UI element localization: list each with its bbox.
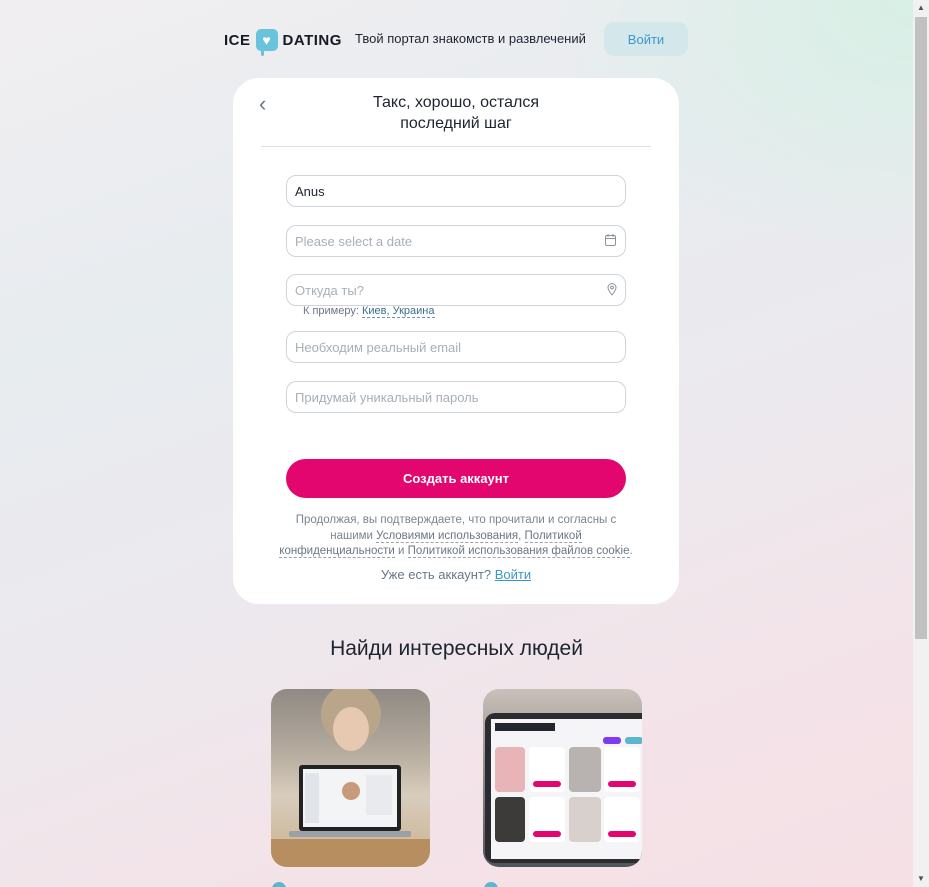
scroll-down-icon[interactable]: ▼ bbox=[913, 871, 929, 887]
have-account-text: Уже есть аккаунт? Войти bbox=[380, 567, 532, 582]
app-tablet-image bbox=[483, 689, 642, 867]
logo-heart-icon: ♥ bbox=[255, 29, 278, 56]
email-input[interactable] bbox=[286, 331, 626, 363]
scrollbar[interactable]: ▲ ▼ bbox=[913, 0, 929, 887]
card-title: Такс, хорошо, остался последний шаг bbox=[372, 94, 540, 132]
location-pin-icon bbox=[607, 283, 617, 296]
scroll-thumb[interactable] bbox=[915, 17, 927, 639]
scroll-up-icon[interactable]: ▲ bbox=[913, 0, 929, 16]
city-input[interactable] bbox=[286, 274, 626, 306]
terms-text: Продолжая, вы подтверждаете, что прочита… bbox=[279, 514, 633, 558]
logo[interactable]: ICE ♥ DATING bbox=[224, 26, 342, 56]
carousel-dot[interactable] bbox=[484, 882, 498, 887]
name-input[interactable] bbox=[286, 175, 626, 207]
city-hint: К примеру: Киев, Украина bbox=[303, 305, 435, 318]
woman-laptop-image bbox=[271, 689, 430, 867]
signup-card: ‹ Такс, хорошо, остался последний шаг К … bbox=[233, 78, 679, 604]
calendar-icon bbox=[605, 234, 616, 246]
divider bbox=[261, 146, 651, 147]
birthdate-input[interactable] bbox=[286, 225, 626, 257]
cookie-link[interactable]: Политикой использования файлов cookie bbox=[407, 545, 630, 558]
logo-text-left: ICE bbox=[224, 31, 251, 49]
password-input[interactable] bbox=[286, 381, 626, 413]
tagline: Твой портал знакомств и развлечений bbox=[355, 31, 586, 46]
woman-laptop-illustration bbox=[271, 689, 430, 867]
logo-text-right: DATING bbox=[282, 31, 342, 49]
login-link[interactable]: Войти bbox=[495, 567, 531, 582]
tablet-app-illustration bbox=[485, 713, 642, 863]
back-arrow-icon[interactable]: ‹ bbox=[259, 93, 279, 116]
city-example-link[interactable]: Киев, Украина bbox=[361, 305, 435, 318]
header-login-button[interactable]: Войти bbox=[604, 22, 688, 56]
section-title: Найди интересных людей bbox=[330, 637, 583, 660]
carousel-dot[interactable] bbox=[272, 882, 286, 887]
terms-link[interactable]: Условиями использования bbox=[376, 529, 519, 543]
create-account-button[interactable]: Создать аккаунт bbox=[286, 459, 626, 498]
